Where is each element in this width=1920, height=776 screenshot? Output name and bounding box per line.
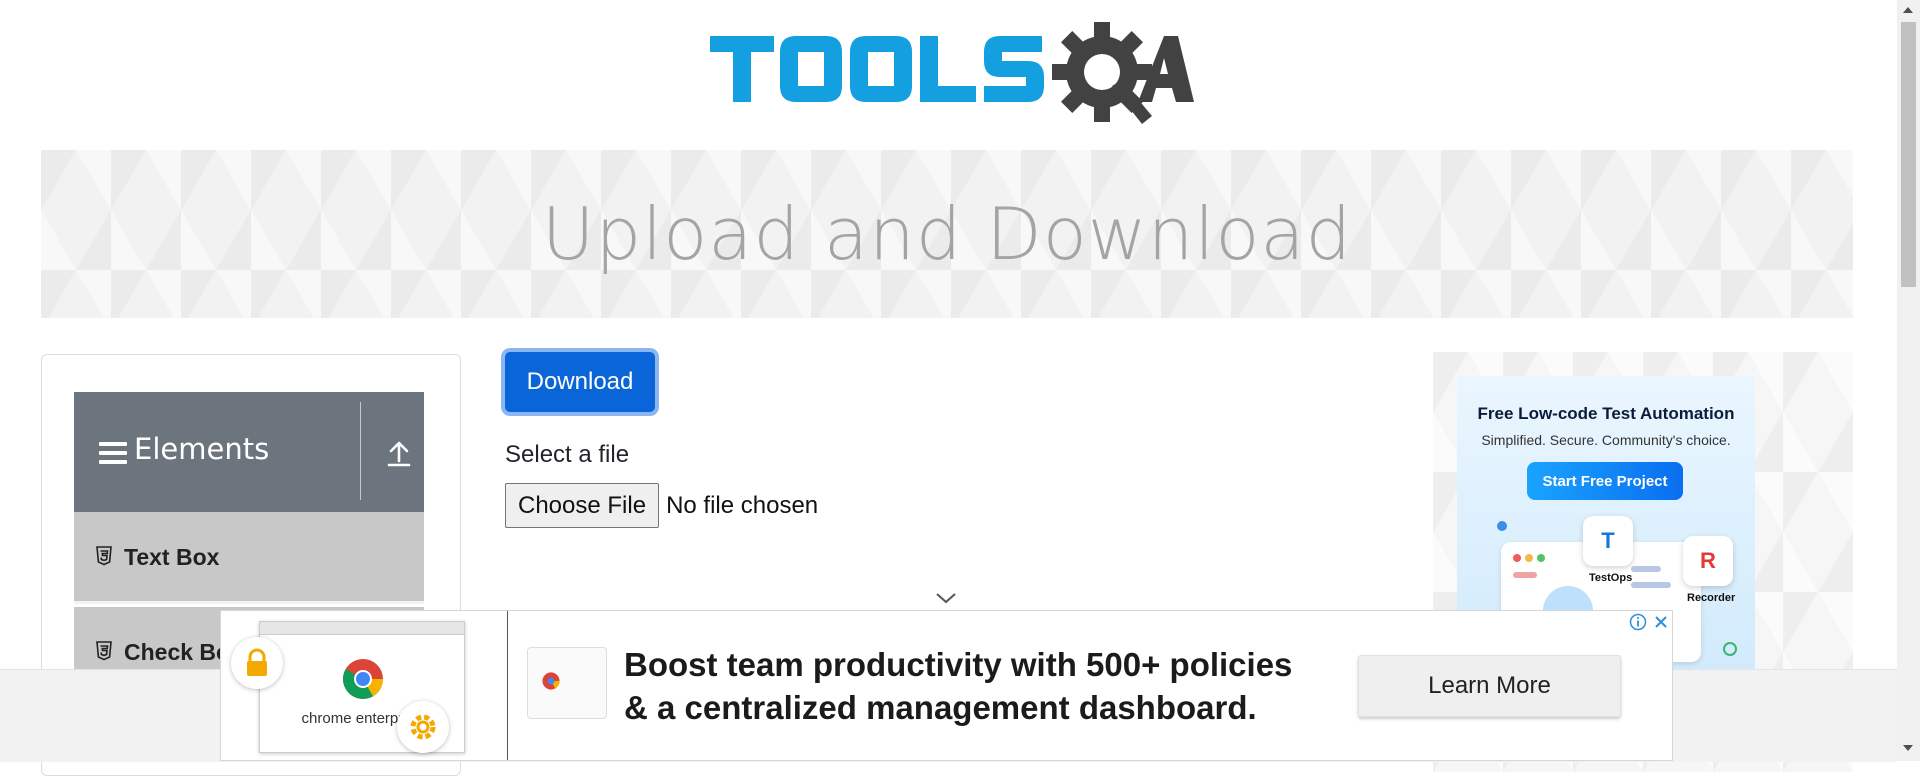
- testops-label: TestOps: [1589, 572, 1633, 584]
- scroll-down-arrow-icon[interactable]: [1903, 745, 1913, 751]
- learn-more-button[interactable]: Learn More: [1358, 655, 1621, 717]
- sidebar-item-label: Text Box: [124, 544, 220, 570]
- file-upload-input[interactable]: Choose File No file chosen: [505, 483, 818, 528]
- ad-thumbnail: [527, 647, 607, 719]
- recorder-icon: R: [1683, 536, 1733, 586]
- green-ring-icon: [1723, 642, 1737, 656]
- page-title: Upload and Download: [541, 192, 1353, 276]
- hamburger-icon: [99, 442, 127, 466]
- start-free-project-button[interactable]: Start Free Project: [1527, 462, 1683, 500]
- collapse-arrow-icon[interactable]: [386, 440, 412, 468]
- toolsqa-logo[interactable]: [708, 22, 1194, 134]
- chrome-logo-icon: [343, 659, 383, 699]
- ad-headline: Free Low-code Test Automation: [1477, 404, 1735, 423]
- gear-icon: [397, 701, 449, 753]
- scroll-up-arrow-icon[interactable]: [1903, 7, 1913, 13]
- ad-copy-line-2: & a centralized management dashboard.: [624, 689, 1257, 726]
- ad-info-icon[interactable]: [1628, 612, 1648, 632]
- choose-file-button[interactable]: Choose File: [505, 483, 660, 528]
- recorder-label: Recorder: [1687, 592, 1736, 604]
- chevron-down-icon[interactable]: [935, 591, 957, 605]
- sidebar-group-title: Elements: [134, 432, 270, 466]
- sidebar-item-text-box[interactable]: Text Box: [74, 512, 424, 604]
- bottom-ad-banner[interactable]: chrome enterprise Boost team productivit…: [220, 610, 1673, 761]
- select-file-label: Select a file: [505, 441, 630, 468]
- page-banner: Upload and Download: [41, 150, 1853, 318]
- lock-icon: [231, 637, 283, 689]
- header-divider: [360, 402, 361, 500]
- file-status-text: No file chosen: [666, 491, 819, 519]
- download-button[interactable]: Download: [505, 352, 655, 412]
- blue-dot: [1497, 521, 1507, 531]
- html5-icon: [96, 641, 112, 661]
- ad-close-icon[interactable]: [1650, 612, 1672, 632]
- vertical-scrollbar[interactable]: [1897, 0, 1920, 761]
- testops-icon: T: [1583, 516, 1633, 566]
- scrollbar-thumb[interactable]: [1901, 22, 1916, 287]
- sidebar-group-elements[interactable]: Elements: [74, 392, 424, 512]
- ad-subhead: Simplified. Secure. Community's choice.: [1481, 432, 1731, 448]
- ad-copy-line-1: Boost team productivity with 500+ polici…: [624, 646, 1293, 683]
- ad-copy: Boost team productivity with 500+ polici…: [624, 643, 1292, 729]
- html5-icon: [96, 546, 112, 566]
- ad-image-area: chrome enterprise: [221, 611, 508, 760]
